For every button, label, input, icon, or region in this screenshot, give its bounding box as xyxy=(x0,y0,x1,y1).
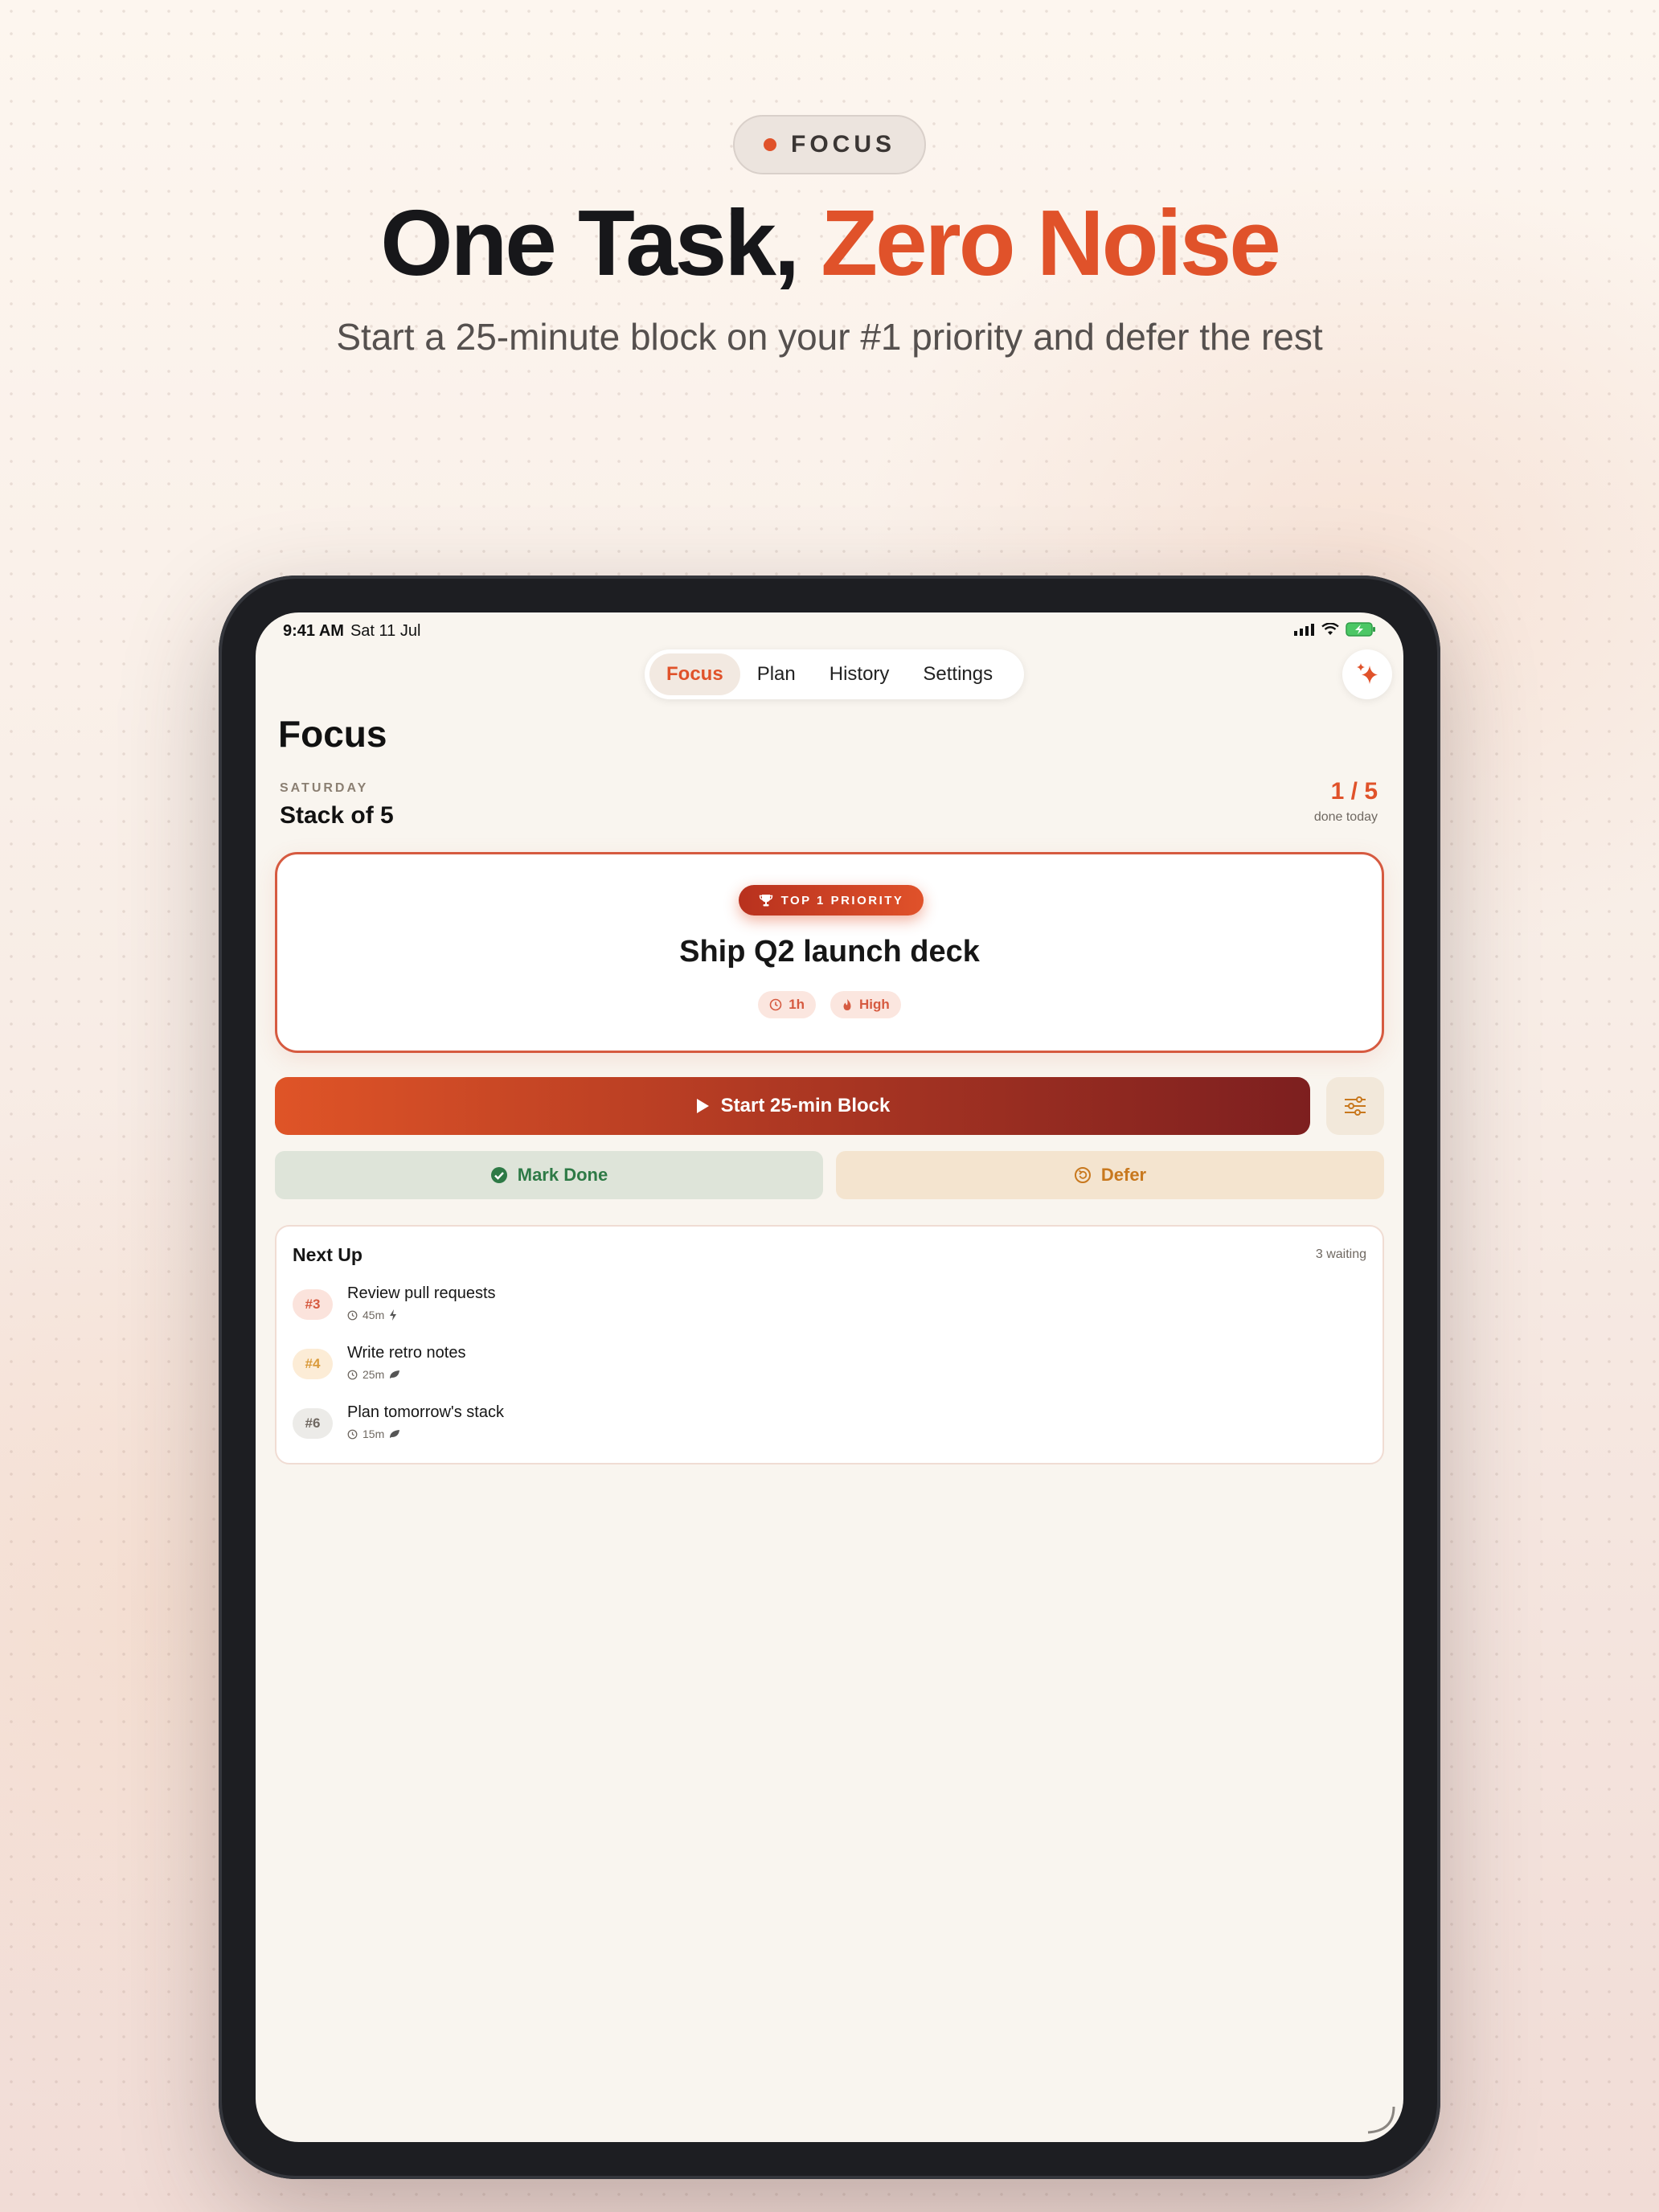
pill-dot-icon xyxy=(764,138,776,151)
play-icon xyxy=(696,1099,709,1113)
app-screen: 9:41 AM Sat 11 Jul Focus Plan History Set… xyxy=(256,612,1403,2142)
list-item[interactable]: #6 Plan tomorrow's stack 15m xyxy=(293,1403,1337,1452)
start-block-button[interactable]: Start 25-min Block xyxy=(275,1077,1310,1135)
marketing-headline: One Task, Zero Noise xyxy=(0,189,1659,297)
list-item[interactable]: #3 Review pull requests 45m xyxy=(293,1284,1337,1333)
rank-chip: #6 xyxy=(293,1408,333,1439)
refresh-icon xyxy=(1074,1167,1091,1183)
status-time: 9:41 AM xyxy=(283,622,344,640)
start-block-label: Start 25-min Block xyxy=(720,1095,891,1116)
task-meta: 25m xyxy=(347,1368,400,1381)
duration-value: 1h xyxy=(789,997,805,1012)
leaf-icon xyxy=(390,1370,400,1378)
next-up-card: Next Up 3 waiting #3 Review pull request… xyxy=(275,1225,1384,1464)
section-pill: FOCUS xyxy=(733,115,926,174)
flame-icon xyxy=(843,999,851,1010)
stack-label: Stack of 5 xyxy=(280,802,394,829)
top-priority-card[interactable]: TOP 1 PRIORITY Ship Q2 launch deck 1h Hi… xyxy=(275,852,1384,1053)
sliders-icon xyxy=(1345,1096,1366,1116)
next-up-count: 3 waiting xyxy=(1315,1247,1366,1261)
mark-done-button[interactable]: Mark Done xyxy=(275,1151,823,1199)
task-title: Plan tomorrow's stack xyxy=(347,1403,504,1421)
resize-corner-icon xyxy=(1367,2106,1395,2134)
tablet-device: 9:41 AM Sat 11 Jul Focus Plan History Set… xyxy=(219,576,1440,2179)
tab-settings[interactable]: Settings xyxy=(906,653,1010,695)
priority-level-value: High xyxy=(859,997,890,1012)
defer-button[interactable]: Defer xyxy=(836,1151,1384,1199)
status-bar: 9:41 AM Sat 11 Jul xyxy=(283,622,420,641)
wifi-icon xyxy=(1321,623,1339,635)
page-title: Focus xyxy=(278,713,387,755)
clock-icon xyxy=(347,1370,358,1379)
signal-icon xyxy=(1294,624,1314,636)
done-label: done today xyxy=(1313,810,1378,824)
sparkle-icon xyxy=(1357,663,1378,684)
tab-plan[interactable]: Plan xyxy=(740,653,813,695)
badge-label: TOP 1 PRIORITY xyxy=(780,893,904,907)
top-priority-badge: TOP 1 PRIORITY xyxy=(739,885,924,916)
assistant-button[interactable] xyxy=(1342,649,1392,699)
battery-charging-icon xyxy=(1346,622,1375,637)
tab-history[interactable]: History xyxy=(813,653,907,695)
defer-label: Defer xyxy=(1100,1165,1147,1185)
mark-done-label: Mark Done xyxy=(517,1165,608,1185)
priority-meta: 1h High xyxy=(277,991,1382,1018)
task-duration: 45m xyxy=(363,1309,385,1321)
headline-accent: Zero Noise xyxy=(821,190,1280,295)
status-date: Sat 11 Jul xyxy=(350,622,421,640)
list-item[interactable]: #4 Write retro notes 25m xyxy=(293,1344,1337,1392)
next-up-title: Next Up xyxy=(293,1244,363,1265)
rank-chip: #3 xyxy=(293,1289,333,1320)
headline-plain: One Task, xyxy=(380,190,821,295)
status-icons xyxy=(1294,622,1376,637)
task-duration: 25m xyxy=(363,1368,385,1381)
task-meta: 15m xyxy=(347,1428,400,1440)
task-meta: 45m xyxy=(347,1309,397,1321)
rank-chip: #4 xyxy=(293,1349,333,1379)
bolt-icon xyxy=(390,1309,397,1321)
task-title: Review pull requests xyxy=(347,1284,496,1302)
marketing-subhead: Start a 25-minute block on your #1 prior… xyxy=(336,316,1323,358)
clock-icon xyxy=(769,998,782,1011)
priority-level-chip: High xyxy=(830,991,901,1018)
priority-task-title: Ship Q2 launch deck xyxy=(679,935,980,969)
clock-icon xyxy=(347,1429,358,1439)
tab-focus[interactable]: Focus xyxy=(649,653,740,695)
clock-icon xyxy=(347,1310,358,1320)
pill-label: FOCUS xyxy=(791,131,895,158)
block-settings-button[interactable] xyxy=(1326,1077,1384,1135)
task-duration: 15m xyxy=(363,1428,385,1440)
check-circle-icon xyxy=(490,1167,507,1183)
tab-bar: Focus Plan History Settings xyxy=(645,649,1024,699)
done-count: 1 / 5 xyxy=(1330,778,1378,805)
leaf-icon xyxy=(390,1430,400,1438)
task-title: Write retro notes xyxy=(347,1344,466,1362)
duration-chip: 1h xyxy=(758,991,817,1018)
day-label: SATURDAY xyxy=(280,781,369,795)
trophy-icon xyxy=(759,895,772,907)
